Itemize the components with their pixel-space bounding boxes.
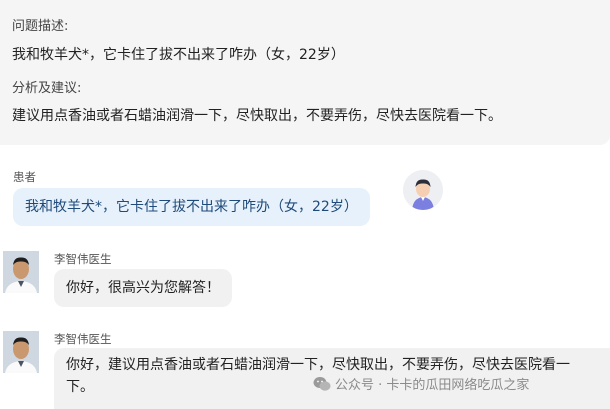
doctor-photo-icon	[3, 251, 39, 293]
patient-avatar	[403, 170, 443, 210]
watermark-text: 公众号 · 卡卡的瓜田网络吃瓜之家	[335, 378, 530, 393]
doctor-message-text-1: 你好，很高兴为您解答！	[66, 280, 220, 296]
doctor-message-text-2-line1: 你好，建议用点香油或者石蜡油润滑一下，尽快取出，不要弄伤，尽快去医院看一	[66, 357, 570, 373]
watermark: 公众号 · 卡卡的瓜田网络吃瓜之家	[313, 374, 529, 393]
consultation-summary: 问题描述: 我和牧羊犬*，它卡住了拔不出来了咋办（女，22岁） 分析及建议: 建…	[0, 0, 610, 145]
advice-label: 分析及建议:	[12, 81, 82, 96]
doctor-avatar	[3, 251, 39, 293]
doctor-name-1: 李智伟医生	[54, 252, 112, 266]
patient-message-bubble: 我和牧羊犬*，它卡住了拔不出来了咋办（女，22岁）	[13, 188, 370, 226]
doctor-photo-icon	[3, 331, 39, 373]
doctor-name-2: 李智伟医生	[54, 332, 112, 346]
problem-label: 问题描述:	[12, 19, 69, 34]
patient-label: 患者	[13, 170, 36, 184]
doctor-avatar	[3, 331, 39, 373]
doctor-message-bubble-1: 你好，很高兴为您解答！	[54, 269, 232, 307]
advice-text: 建议用点香油或者石蜡油润滑一下，尽快取出，不要弄伤，尽快去医院看一下。	[12, 108, 502, 124]
problem-text: 我和牧羊犬*，它卡住了拔不出来了咋办（女，22岁）	[12, 47, 345, 63]
user-avatar-icon	[403, 170, 443, 210]
wechat-icon	[313, 376, 331, 391]
patient-message-text: 我和牧羊犬*，它卡住了拔不出来了咋办（女，22岁）	[25, 199, 358, 215]
